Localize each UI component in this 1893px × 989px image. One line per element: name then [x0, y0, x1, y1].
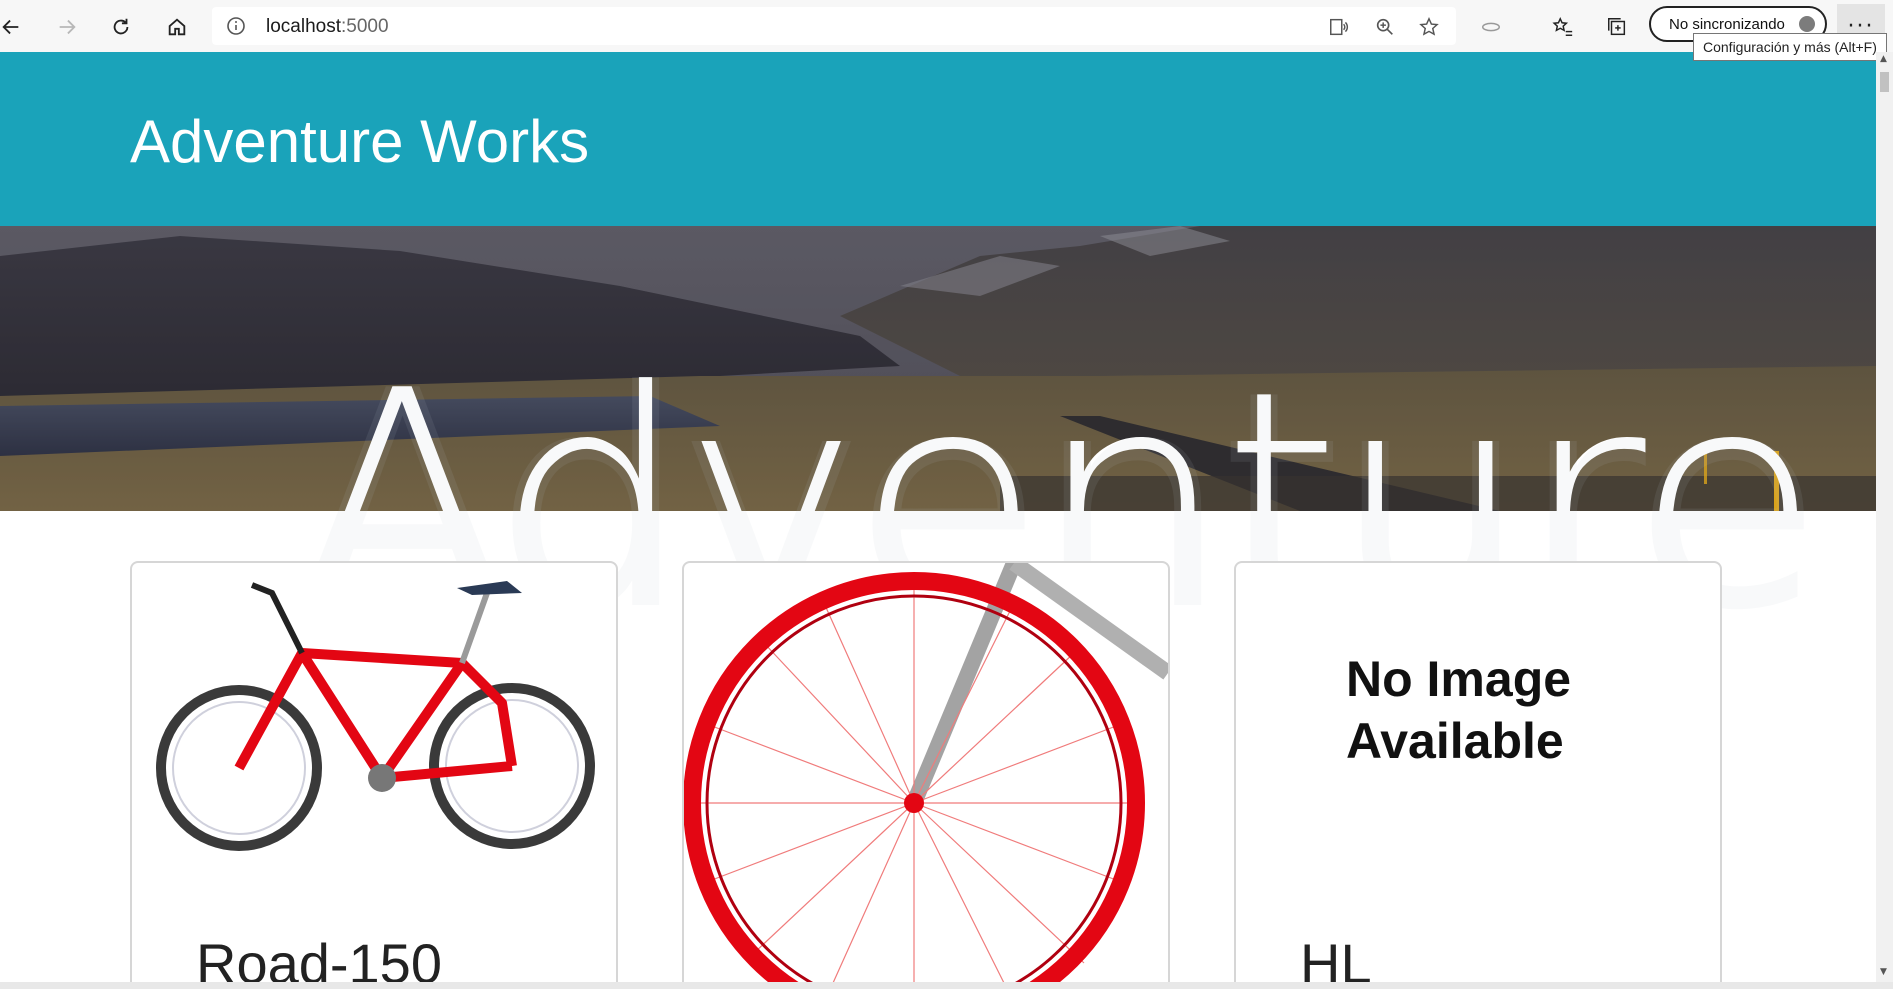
avatar	[1799, 16, 1815, 32]
zoom-icon[interactable]	[1374, 16, 1396, 38]
info-icon[interactable]	[226, 16, 246, 36]
favorites-icon[interactable]	[1546, 10, 1580, 44]
address-bar[interactable]: localhost:5000	[212, 7, 1456, 45]
no-image-placeholder: No Image Available	[1346, 651, 1572, 769]
scroll-up-arrow-icon[interactable]: ▲	[1880, 54, 1887, 64]
favorite-star-icon[interactable]	[1418, 16, 1440, 38]
horizontal-scrollbar[interactable]	[0, 982, 1893, 989]
settings-tooltip: Configuración y más (Alt+F)	[1693, 33, 1887, 61]
scrollbar-thumb[interactable]	[1880, 72, 1889, 92]
read-aloud-icon[interactable]	[1328, 16, 1350, 38]
product-title[interactable]: HL	[1300, 931, 1372, 982]
product-card[interactable]: Road-150	[130, 561, 618, 982]
home-icon[interactable]	[160, 10, 194, 44]
sync-label: No sincronizando	[1669, 16, 1785, 33]
product-card[interactable]	[682, 561, 1170, 982]
collections-icon[interactable]	[1600, 10, 1634, 44]
red-bike-image	[156, 581, 595, 851]
forward-icon[interactable]	[50, 10, 84, 44]
vertical-scrollbar[interactable]: ▲ ▼	[1876, 52, 1893, 982]
page-viewport: Adventure Works Adventure Adventure Road…	[0, 52, 1876, 982]
browser-toolbar: localhost:5000 No sincronizando ···	[0, 0, 1893, 53]
extension-icon[interactable]	[1474, 10, 1508, 44]
site-header: Adventure Works	[0, 52, 1876, 226]
site-brand[interactable]: Adventure Works	[130, 107, 589, 176]
product-title[interactable]: Road-150	[196, 931, 442, 982]
scroll-down-arrow-icon[interactable]: ▼	[1880, 967, 1887, 977]
red-wheel-image	[684, 563, 1168, 982]
product-card[interactable]: No Image Available HL	[1234, 561, 1722, 982]
url-text: localhost:5000	[266, 16, 389, 37]
refresh-icon[interactable]	[104, 10, 138, 44]
back-icon[interactable]	[0, 10, 28, 44]
